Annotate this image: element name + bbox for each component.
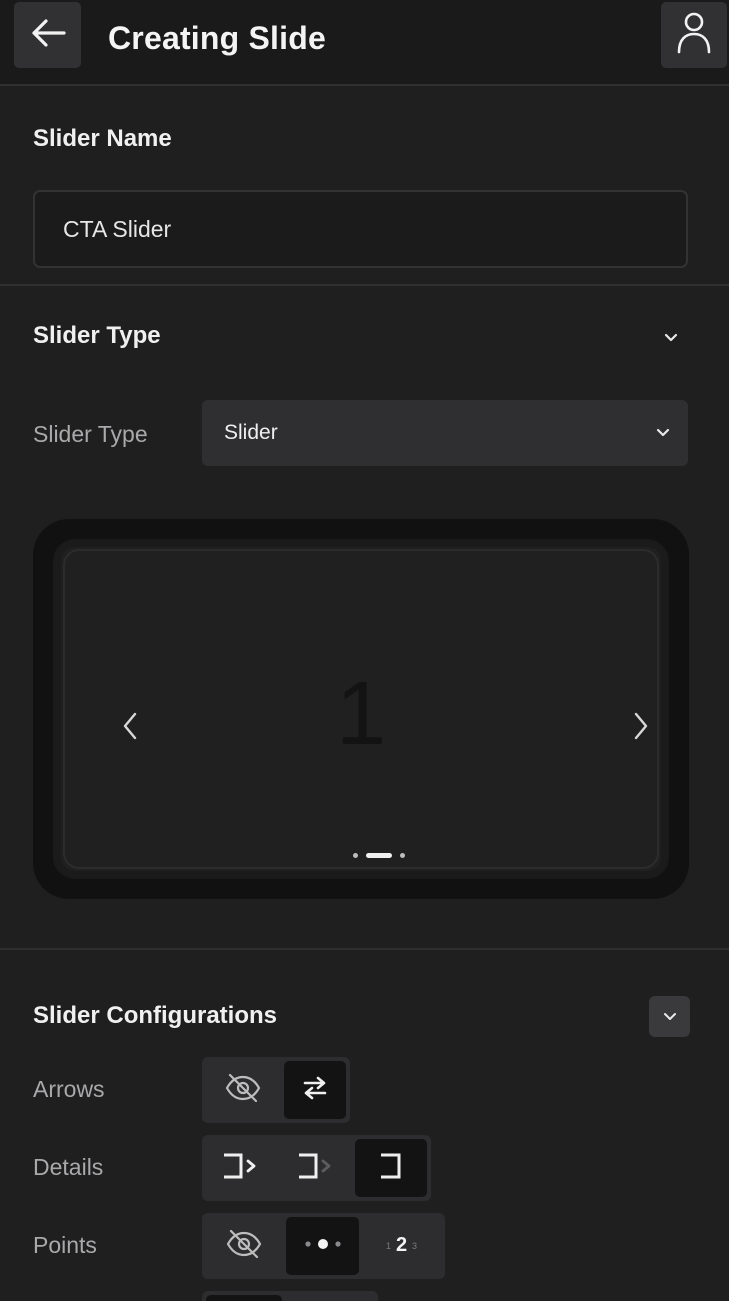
- app-root: Creating Slide Slider Name Slider Type S…: [0, 0, 729, 1301]
- slider-type-section: Slider Type Slider Type Slider 1: [0, 288, 729, 950]
- pagination-dots: [353, 853, 405, 858]
- slide-number: 1: [335, 664, 387, 764]
- slider-name-section: Slider Name: [0, 88, 729, 286]
- slider-configurations-title: Slider Configurations: [33, 1002, 278, 1029]
- details-segmented-control: [202, 1135, 431, 1201]
- panel-arrow-icon: [221, 1151, 261, 1186]
- next-segmented-control: [202, 1291, 378, 1301]
- dots-icon: [302, 1237, 344, 1256]
- eye-off-icon: [225, 1229, 263, 1264]
- pagination-dot-active[interactable]: [366, 853, 392, 858]
- chevron-down-icon: [663, 1008, 677, 1026]
- chevron-left-icon[interactable]: [121, 711, 139, 746]
- user-icon: [677, 12, 711, 59]
- numbers-icon: 1 2 3: [380, 1232, 424, 1261]
- points-option-hidden[interactable]: [206, 1217, 282, 1275]
- svg-text:3: 3: [412, 1241, 417, 1251]
- points-segmented-control: 1 2 3: [202, 1213, 445, 1279]
- svg-text:2: 2: [396, 1234, 407, 1256]
- slider-name-label: Slider Name: [33, 125, 172, 152]
- arrows-option-hidden[interactable]: [206, 1061, 280, 1119]
- top-bar: Creating Slide: [0, 0, 729, 86]
- profile-button[interactable]: [661, 2, 727, 68]
- arrows-option-visible[interactable]: [284, 1061, 346, 1119]
- swap-arrows-icon: [302, 1076, 328, 1105]
- back-button[interactable]: [14, 2, 81, 68]
- eye-off-icon: [224, 1073, 262, 1108]
- slider-name-input[interactable]: [33, 190, 688, 268]
- arrows-segmented-control: [202, 1057, 350, 1123]
- slider-type-field-label: Slider Type: [33, 421, 148, 447]
- chevron-down-icon[interactable]: [663, 330, 679, 348]
- arrows-label: Arrows: [33, 1076, 105, 1102]
- pagination-dot[interactable]: [400, 853, 405, 858]
- slider-preview-frame: 1: [53, 539, 669, 879]
- slider-type-section-title: Slider Type: [33, 322, 161, 349]
- chevron-down-icon: [655, 425, 671, 443]
- next-option[interactable]: [206, 1295, 282, 1301]
- pagination-dot[interactable]: [353, 853, 358, 858]
- points-option-dots[interactable]: [285, 1217, 360, 1275]
- chevron-right-icon[interactable]: [632, 711, 650, 746]
- slider-preview: 1: [33, 519, 689, 899]
- details-option-none[interactable]: [355, 1139, 427, 1197]
- slider-configurations-section: Slider Configurations Arrows Details Poi…: [0, 952, 729, 1301]
- slider-type-selected-value: Slider: [224, 421, 278, 444]
- arrow-left-icon: [30, 18, 66, 53]
- points-option-numbers[interactable]: 1 2 3: [363, 1217, 441, 1275]
- svg-text:1: 1: [386, 1241, 391, 1251]
- details-label: Details: [33, 1154, 104, 1180]
- panel-icon: [377, 1151, 405, 1186]
- panel-faded-arrow-icon: [296, 1151, 336, 1186]
- points-label: Points: [33, 1232, 97, 1258]
- slider-type-select[interactable]: Slider: [202, 400, 688, 466]
- page-title: Creating Slide: [108, 20, 326, 56]
- details-option-faded-arrow[interactable]: [281, 1139, 352, 1197]
- details-option-with-arrow[interactable]: [206, 1139, 277, 1197]
- collapse-configurations-button[interactable]: [649, 996, 690, 1037]
